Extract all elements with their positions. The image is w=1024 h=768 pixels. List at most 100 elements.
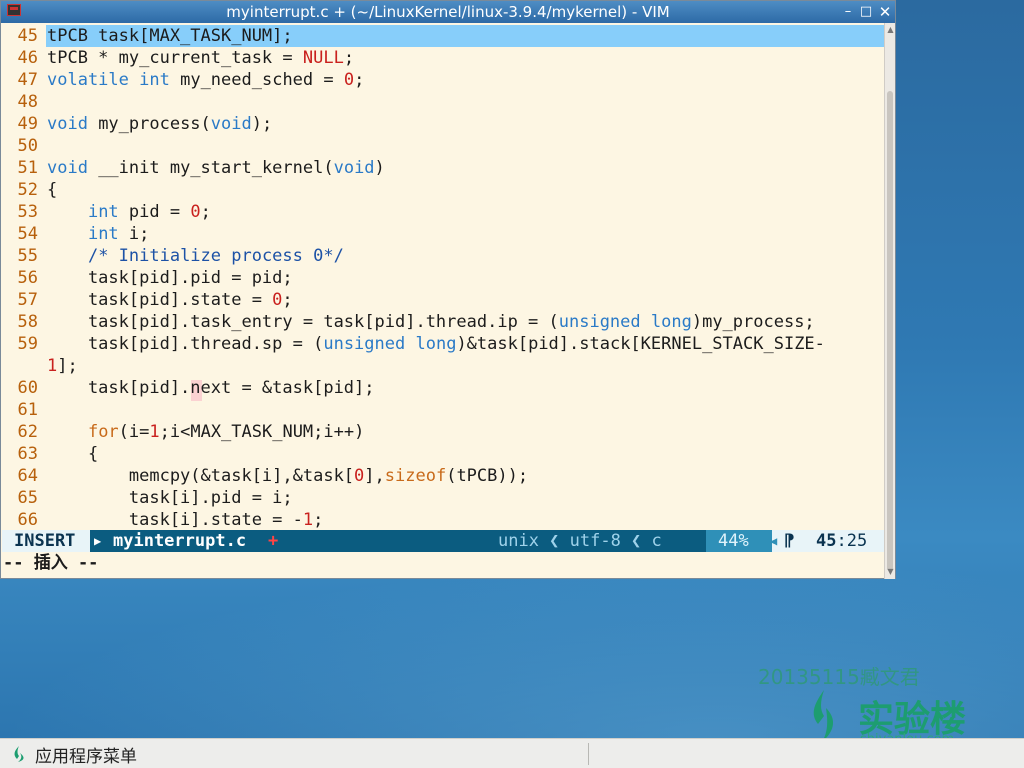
code-line[interactable]: 46 tPCB * my_current_task = NULL; <box>2 47 884 69</box>
app-menu-button[interactable]: 应用程序菜单 <box>35 742 137 767</box>
code-text: task[i].pid = i; <box>47 487 293 509</box>
code-text: volatile int my_need_sched = 0; <box>47 69 364 91</box>
command-line[interactable]: -- 插入 -- <box>3 552 98 574</box>
code-line[interactable]: 61 <box>2 399 884 421</box>
code-text: task[pid].next = &task[pid]; <box>47 377 375 399</box>
minimize-button[interactable]: – <box>839 3 857 21</box>
token: ) <box>374 158 385 178</box>
line-number: 55 <box>17 246 38 266</box>
token: my_process( <box>87 114 211 134</box>
maximize-button[interactable]: □ <box>857 3 875 21</box>
line-number: 49 <box>17 114 38 134</box>
code-text: { <box>47 179 57 201</box>
token: __init my_start_kernel( <box>87 158 334 178</box>
cursor-col: :25 <box>836 531 868 551</box>
token: task[pid].next = &task[pid]; <box>47 378 375 398</box>
code-line[interactable]: 57 task[pid].state = 0; <box>2 289 884 311</box>
filename: myinterrupt.c <box>113 531 247 551</box>
percent-value: 44% <box>718 531 749 551</box>
code-line[interactable]: 62 for(i=1;i<MAX_TASK_NUM;i++) <box>2 421 884 443</box>
close-button[interactable]: ✕ <box>876 3 894 21</box>
token: )&task[pid].stack[KERNEL_STACK_SIZE- <box>456 334 825 354</box>
code-line[interactable]: 53 int pid = 0; <box>2 201 884 223</box>
code-line[interactable]: 54 int i; <box>2 223 884 245</box>
token: ; <box>200 202 211 222</box>
code-line[interactable]: 50 <box>2 135 884 157</box>
token: (i= <box>118 422 150 442</box>
token: task[pid].thread.sp = ( <box>47 334 324 354</box>
code-line[interactable]: 52 { <box>2 179 884 201</box>
vim-window[interactable]: myinterrupt.c + (~/LinuxKernel/linux-3.9… <box>0 0 896 579</box>
token-cm: /* Initialize process 0*/ <box>87 246 344 266</box>
code-line[interactable]: 45 tPCB task[MAX_TASK_NUM]; <box>2 25 884 47</box>
code-line[interactable]: 47 volatile int my_need_sched = 0; <box>2 69 884 91</box>
token: ; <box>343 48 355 68</box>
code-text: void my_process(void); <box>47 113 272 135</box>
code-text: int pid = 0; <box>47 201 211 223</box>
token-nul: NULL <box>302 48 344 68</box>
token-kw: void <box>47 114 88 134</box>
scroll-up-arrow-icon[interactable]: ▲ <box>886 25 895 35</box>
token-num: 0 <box>343 70 355 90</box>
scroll-thumb[interactable] <box>887 91 893 571</box>
code-line[interactable]: 59 task[pid].thread.sp = (unsigned long)… <box>2 333 884 355</box>
code-line[interactable]: 51 void __init my_start_kernel(void) <box>2 157 884 179</box>
token: ;i<MAX_TASK_NUM;i++) <box>159 422 365 442</box>
code-line[interactable]: 55 /* Initialize process 0*/ <box>2 245 884 267</box>
line-number: 47 <box>17 70 38 90</box>
code-line[interactable]: 64 memcpy(&task[i],&task[0],sizeof(tPCB)… <box>2 465 884 487</box>
code-text: tPCB task[MAX_TASK_NUM]; <box>47 25 293 47</box>
code-text: task[i].state = -1; <box>47 509 324 531</box>
code-text: task[pid].state = 0; <box>47 289 293 311</box>
code-line[interactable]: 58 task[pid].task_entry = task[pid].thre… <box>2 311 884 333</box>
line-number: 63 <box>17 444 38 464</box>
token-num: 1 <box>302 510 314 530</box>
token: task[i].pid = i; <box>47 488 293 508</box>
token-num: 1 <box>47 356 58 376</box>
token: ], <box>364 466 385 486</box>
code-text: 1]; <box>47 355 78 377</box>
token: tPCB * my_current_task = <box>47 48 303 68</box>
scroll-down-arrow-icon[interactable]: ▼ <box>886 567 895 577</box>
line-number: 62 <box>17 422 38 442</box>
token-kw: long <box>650 312 692 332</box>
code-line[interactable]: 56 task[pid].pid = pid; <box>2 267 884 289</box>
vim-statusline: INSERT ▶ myinterrupt.c + unix ❮ utf-8 ❮ … <box>2 530 884 552</box>
watermark-name: 20135115臧文君 <box>758 665 920 689</box>
line-number: 45 <box>17 26 38 46</box>
code-line[interactable]: 1]; <box>2 355 884 377</box>
code-text: memcpy(&task[i],&task[0],sizeof(tPCB)); <box>47 465 528 487</box>
code-line[interactable]: 63 { <box>2 443 884 465</box>
token: pid = <box>118 202 191 222</box>
mode-indicator: INSERT <box>2 530 90 552</box>
token: task[i].state = - <box>47 510 303 530</box>
code-line[interactable]: 49 void my_process(void); <box>2 113 884 135</box>
vertical-scrollbar[interactable]: ▲ ▼ <box>884 23 895 579</box>
token-kw: void <box>47 158 88 178</box>
editor-text-area[interactable]: 45 tPCB task[MAX_TASK_NUM]; 46 tPCB * my_cu… <box>2 25 884 531</box>
token-kw: unsigned <box>558 312 641 332</box>
separator-arrow-left-icon: ◀ <box>770 534 778 548</box>
line-number: 48 <box>17 92 38 112</box>
window-titlebar[interactable]: myinterrupt.c + (~/LinuxKernel/linux-3.9… <box>1 1 895 23</box>
token-kw: unsigned <box>323 334 406 354</box>
token: ; <box>282 290 293 310</box>
code-line[interactable]: 48 <box>2 91 884 113</box>
line-number: 51 <box>17 158 38 178</box>
cursor-position: ◀ ⁋ 45:25 <box>770 530 884 552</box>
token: ; <box>354 70 365 90</box>
app-menu-icon[interactable] <box>12 745 26 763</box>
token-kw: void <box>333 158 375 178</box>
code-text: task[pid].pid = pid; <box>47 267 293 289</box>
code-line[interactable]: 65 task[i].pid = i; <box>2 487 884 509</box>
code-line[interactable]: 66 task[i].state = -1; <box>2 509 884 531</box>
line-number: 46 <box>17 48 38 68</box>
line-number: 52 <box>17 180 38 200</box>
token: task[pid].task_entry = task[pid].thread.… <box>47 312 559 332</box>
code-line[interactable]: 60 task[pid].next = &task[pid]; <box>2 377 884 399</box>
cursor-line: 45 <box>816 531 837 551</box>
token: (tPCB)); <box>446 466 529 486</box>
token-num: 1 <box>149 422 160 442</box>
